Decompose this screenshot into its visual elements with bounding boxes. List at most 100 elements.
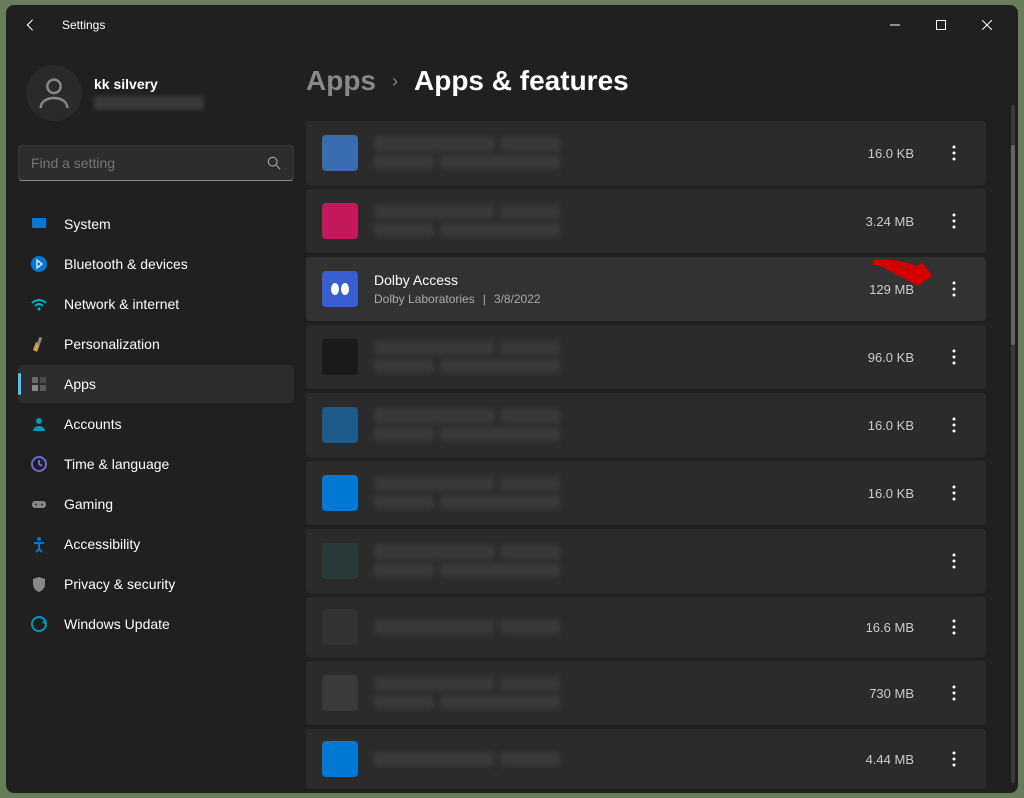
app-row[interactable]: 16.0 KB (306, 393, 986, 457)
nav-label: Bluetooth & devices (64, 256, 188, 272)
app-info (374, 341, 852, 373)
nav-label: Gaming (64, 496, 113, 512)
sidebar-item-accounts[interactable]: Accounts (18, 405, 294, 443)
sidebar-item-system[interactable]: System (18, 205, 294, 243)
nav-label: Network & internet (64, 296, 179, 312)
close-button[interactable] (964, 9, 1010, 41)
more-options-button[interactable] (938, 205, 970, 237)
nav-label: Windows Update (64, 616, 170, 632)
sidebar: kk silvery System Bluetooth & devices Netw… (6, 45, 306, 793)
wifi-icon (30, 295, 48, 313)
sidebar-item-personalization[interactable]: Personalization (18, 325, 294, 363)
more-options-button[interactable] (938, 545, 970, 577)
app-size: 129 MB (869, 282, 914, 297)
person-icon (30, 415, 48, 433)
profile-section[interactable]: kk silvery (18, 61, 294, 125)
sidebar-item-gaming[interactable]: Gaming (18, 485, 294, 523)
app-info (374, 677, 853, 709)
sidebar-item-time-language[interactable]: Time & language (18, 445, 294, 483)
app-info: Dolby Access Dolby Laboratories|3/8/2022 (374, 272, 853, 306)
more-vertical-icon (952, 485, 956, 501)
app-size: 4.44 MB (866, 752, 914, 767)
search-icon (267, 156, 281, 170)
shield-icon (30, 575, 48, 593)
window-title: Settings (62, 18, 105, 32)
app-size: 96.0 KB (868, 350, 914, 365)
app-icon (322, 407, 358, 443)
more-options-button[interactable] (938, 341, 970, 373)
more-options-button[interactable] (938, 137, 970, 169)
app-icon (322, 203, 358, 239)
more-options-button[interactable] (938, 611, 970, 643)
breadcrumb-current: Apps & features (414, 65, 629, 97)
scrollbar-thumb[interactable] (1011, 145, 1015, 345)
app-row[interactable]: 730 MB (306, 661, 986, 725)
app-row[interactable]: 3.24 MB (306, 189, 986, 253)
sidebar-item-privacy-security[interactable]: Privacy & security (18, 565, 294, 603)
search-input[interactable] (31, 155, 267, 171)
maximize-button[interactable] (918, 9, 964, 41)
nav-label: Accounts (64, 416, 122, 432)
gamepad-icon (30, 495, 48, 513)
more-vertical-icon (952, 417, 956, 433)
more-options-button[interactable] (938, 409, 970, 441)
app-info (374, 752, 850, 766)
app-info (374, 545, 898, 577)
nav-label: System (64, 216, 111, 232)
clock-icon (30, 455, 48, 473)
scrollbar[interactable] (1011, 105, 1015, 783)
app-icon (322, 609, 358, 645)
nav-label: Privacy & security (64, 576, 175, 592)
breadcrumb: Apps › Apps & features (306, 65, 986, 97)
app-row[interactable]: 4.44 MB (306, 729, 986, 789)
more-vertical-icon (952, 751, 956, 767)
accessibility-icon (30, 535, 48, 553)
app-info (374, 620, 850, 634)
profile-email-redacted (94, 96, 204, 110)
sidebar-item-bluetooth-devices[interactable]: Bluetooth & devices (18, 245, 294, 283)
app-row[interactable]: Dolby Access Dolby Laboratories|3/8/2022 1… (306, 257, 986, 321)
app-row[interactable]: 96.0 KB (306, 325, 986, 389)
sidebar-item-apps[interactable]: Apps (18, 365, 294, 403)
app-row[interactable]: 16.0 KB (306, 461, 986, 525)
maximize-icon (936, 20, 946, 30)
app-meta: Dolby Laboratories|3/8/2022 (374, 292, 853, 306)
app-row[interactable] (306, 529, 986, 593)
brush-icon (30, 335, 48, 353)
app-icon (322, 271, 358, 307)
sidebar-item-windows-update[interactable]: Windows Update (18, 605, 294, 643)
app-info (374, 205, 850, 237)
app-row[interactable]: 16.6 MB (306, 597, 986, 657)
minimize-button[interactable] (872, 9, 918, 41)
search-box[interactable] (18, 145, 294, 181)
app-size: 730 MB (869, 686, 914, 701)
more-vertical-icon (952, 619, 956, 635)
nav-label: Time & language (64, 456, 169, 472)
close-icon (982, 20, 992, 30)
breadcrumb-parent[interactable]: Apps (306, 65, 376, 97)
more-vertical-icon (952, 553, 956, 569)
avatar (26, 65, 82, 121)
more-vertical-icon (952, 685, 956, 701)
more-options-button[interactable] (938, 477, 970, 509)
app-size: 16.0 KB (868, 418, 914, 433)
app-size: 16.0 KB (868, 146, 914, 161)
more-options-button[interactable] (938, 273, 970, 305)
app-icon (322, 741, 358, 777)
sidebar-item-network-internet[interactable]: Network & internet (18, 285, 294, 323)
update-icon (30, 615, 48, 633)
app-info (374, 477, 852, 509)
back-button[interactable] (14, 9, 46, 41)
app-row[interactable]: 16.0 KB (306, 121, 986, 185)
person-icon (34, 73, 74, 113)
nav-list: System Bluetooth & devices Network & inter… (18, 205, 294, 643)
app-info (374, 409, 852, 441)
more-options-button[interactable] (938, 743, 970, 775)
more-options-button[interactable] (938, 677, 970, 709)
nav-label: Apps (64, 376, 96, 392)
sidebar-item-accessibility[interactable]: Accessibility (18, 525, 294, 563)
app-name: Dolby Access (374, 272, 853, 288)
profile-name: kk silvery (94, 76, 204, 92)
titlebar: Settings (6, 5, 1018, 45)
main-panel: Apps › Apps & features 16.0 KB3.24 MBDol… (306, 45, 1018, 793)
